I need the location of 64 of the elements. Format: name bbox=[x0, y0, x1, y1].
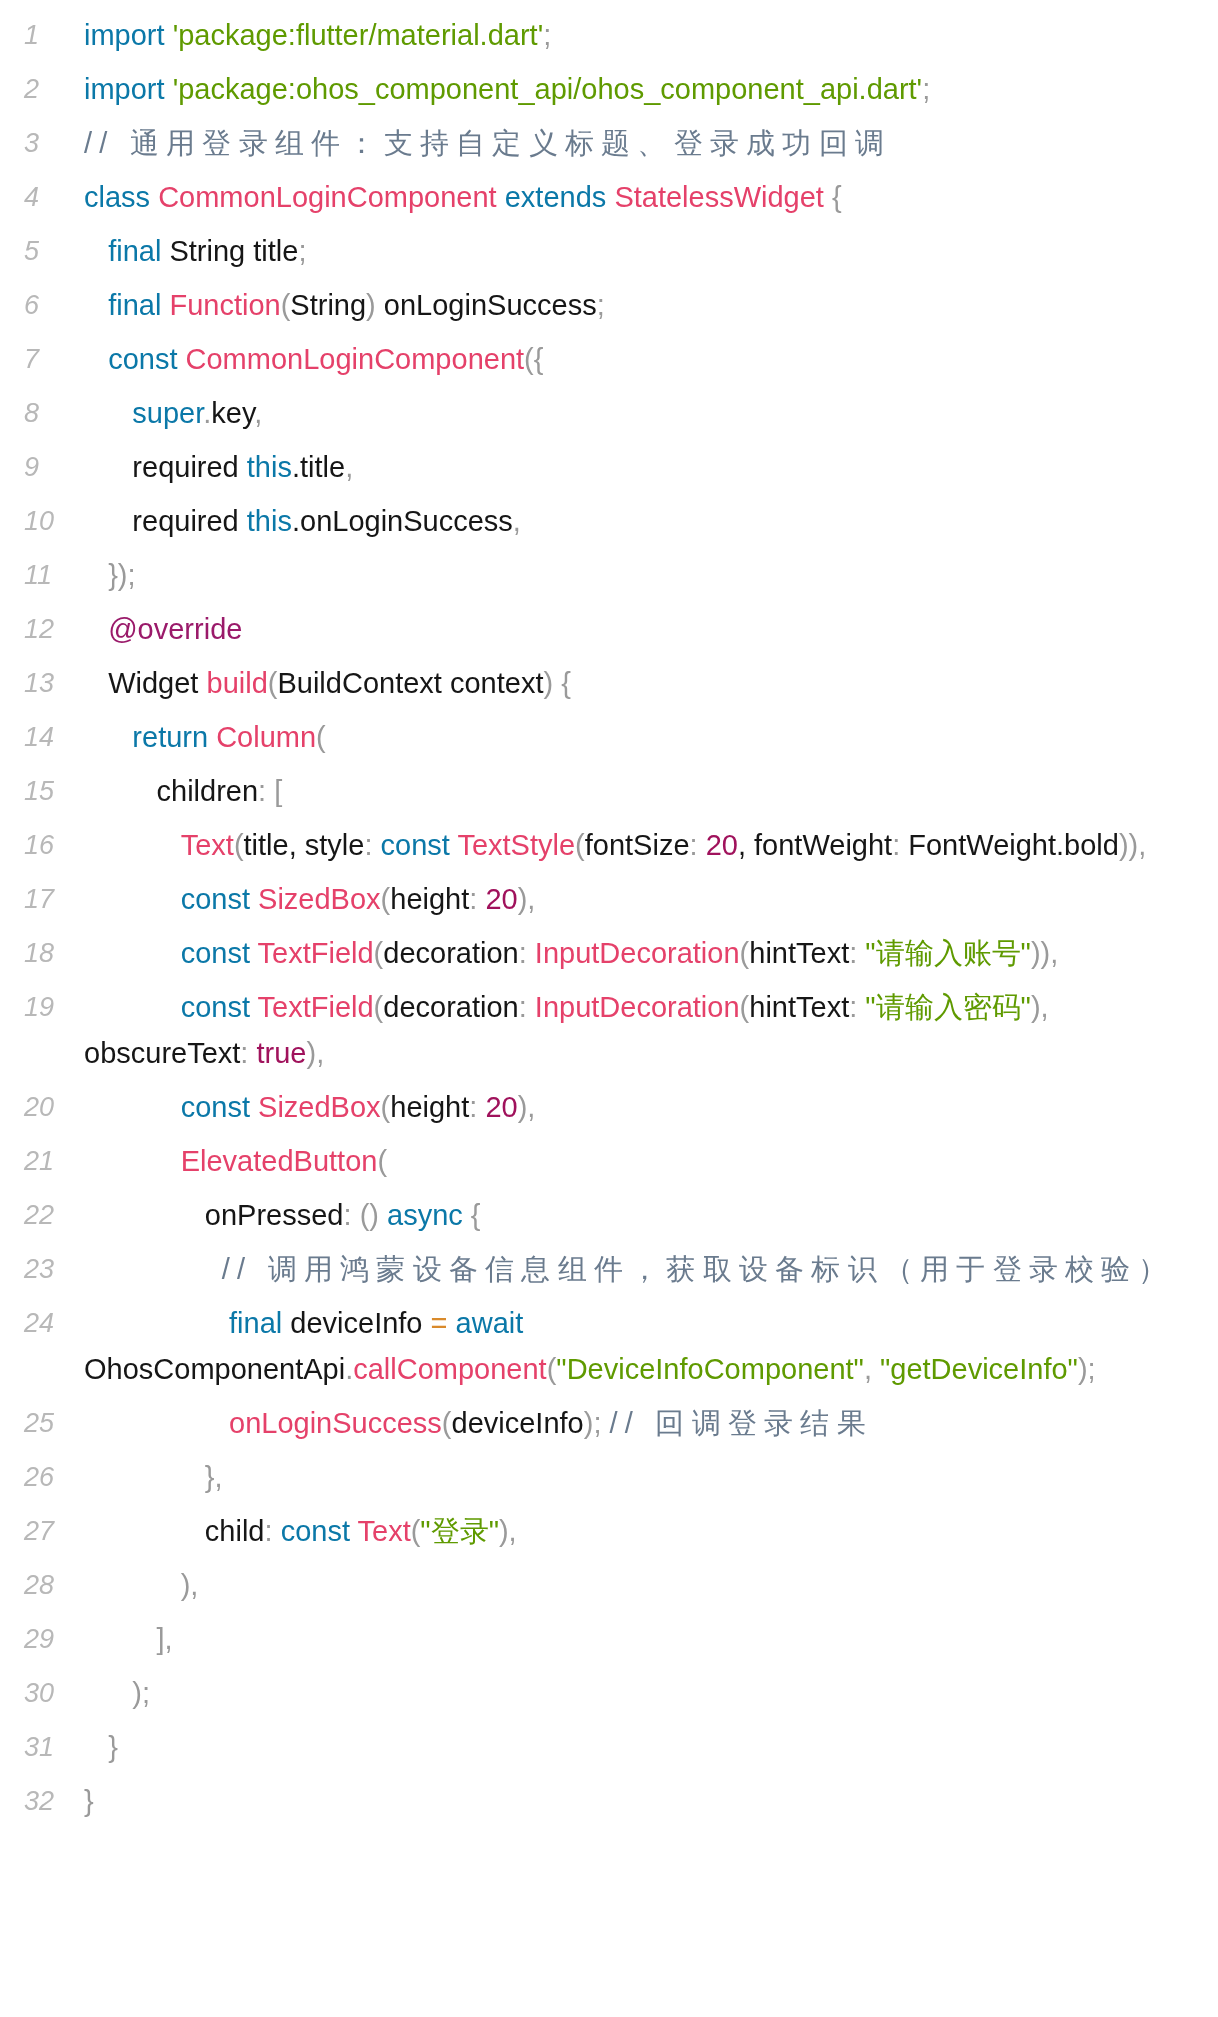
code-line: required this.title, bbox=[131, 450, 355, 485]
line-number: 6 bbox=[23, 289, 41, 322]
code-line: const TextField(decoration: InputDecoration(hintText: "请输入密码"), obscureText: true), bbox=[84, 990, 1050, 1071]
code-line: final Function(String) onLoginSuccess; bbox=[107, 288, 606, 323]
line-number: 9 bbox=[23, 451, 41, 484]
line-number: 15 bbox=[23, 775, 56, 808]
code-line: import 'package:flutter/material.dart'; bbox=[84, 18, 553, 53]
line-number: 5 bbox=[23, 235, 41, 268]
code-line: child: const Text("登录"), bbox=[203, 1514, 518, 1549]
line-number: 3 bbox=[23, 127, 41, 160]
code-line: }); bbox=[107, 558, 137, 593]
line-number: 26 bbox=[23, 1461, 56, 1494]
code-line: const TextField(decoration: InputDecoration(hintText: "请输入账号")), bbox=[179, 936, 1060, 971]
code-line: Text(title, style: const TextStyle(fontSize: 20, fontWeight: FontWeight.bold)), bbox=[179, 828, 1148, 863]
line-number: 22 bbox=[23, 1199, 56, 1232]
code-line: super.key, bbox=[131, 396, 264, 431]
code-line: }, bbox=[203, 1460, 224, 1495]
line-number: 29 bbox=[23, 1623, 56, 1656]
code-line: // 调用鸿蒙设备信息组件，获取设备标识（用于登录校验） bbox=[220, 1252, 1175, 1287]
line-number: 10 bbox=[23, 505, 56, 538]
code-line: Widget build(BuildContext context) { bbox=[107, 666, 572, 701]
code-line: import 'package:ohos_component_api/ohos_component_api.dart'; bbox=[84, 72, 932, 107]
code-line: const CommonLoginComponent({ bbox=[107, 342, 545, 377]
line-number: 2 bbox=[23, 73, 41, 106]
line-number: 12 bbox=[23, 613, 56, 646]
line-number: 17 bbox=[23, 883, 56, 916]
line-number: 27 bbox=[23, 1515, 56, 1548]
code-line: children: [ bbox=[155, 774, 284, 809]
line-number: 1 bbox=[23, 19, 41, 52]
code-line: required this.onLoginSuccess, bbox=[131, 504, 522, 539]
code-line: final deviceInfo = await OhosComponentApi.callComponent("DeviceInfoComponent", "getDeviceInfo"); bbox=[84, 1306, 1097, 1387]
code-line: ], bbox=[155, 1622, 174, 1657]
line-number: 32 bbox=[23, 1785, 56, 1818]
line-number: 19 bbox=[23, 991, 56, 1024]
line-number: 18 bbox=[23, 937, 56, 970]
line-number: 14 bbox=[23, 721, 56, 754]
code-line: const SizedBox(height: 20), bbox=[179, 1090, 537, 1125]
line-number: 30 bbox=[23, 1677, 56, 1710]
code-line: ElevatedButton( bbox=[179, 1144, 389, 1179]
line-number: 28 bbox=[23, 1569, 56, 1602]
code-line: return Column( bbox=[131, 720, 327, 755]
line-number: 31 bbox=[23, 1731, 56, 1764]
code-line: class CommonLoginComponent extends StatelessWidget { bbox=[84, 180, 843, 215]
code-line: const SizedBox(height: 20), bbox=[179, 882, 537, 917]
line-number: 25 bbox=[23, 1407, 56, 1440]
code-line: ), bbox=[179, 1568, 200, 1603]
line-number: 23 bbox=[23, 1253, 56, 1286]
line-number: 13 bbox=[23, 667, 56, 700]
line-number: 16 bbox=[23, 829, 56, 862]
code-line: final String title; bbox=[107, 234, 308, 269]
code-line: onLoginSuccess(deviceInfo); // 回调登录结果 bbox=[228, 1406, 874, 1441]
line-number: 4 bbox=[23, 181, 41, 214]
line-number: 7 bbox=[23, 343, 41, 376]
code-line: ); bbox=[131, 1676, 152, 1711]
code-line: @override bbox=[107, 612, 244, 647]
line-number: 8 bbox=[23, 397, 41, 430]
code-line: } bbox=[107, 1730, 119, 1765]
code-line: onPressed: () async { bbox=[203, 1198, 482, 1233]
code-line: // 通用登录组件：支持自定义标题、登录成功回调 bbox=[84, 126, 893, 161]
code-line: } bbox=[84, 1784, 95, 1819]
line-number: 24 bbox=[23, 1307, 56, 1340]
line-number: 21 bbox=[23, 1145, 56, 1178]
line-number: 20 bbox=[23, 1091, 56, 1124]
line-number: 11 bbox=[23, 559, 54, 592]
